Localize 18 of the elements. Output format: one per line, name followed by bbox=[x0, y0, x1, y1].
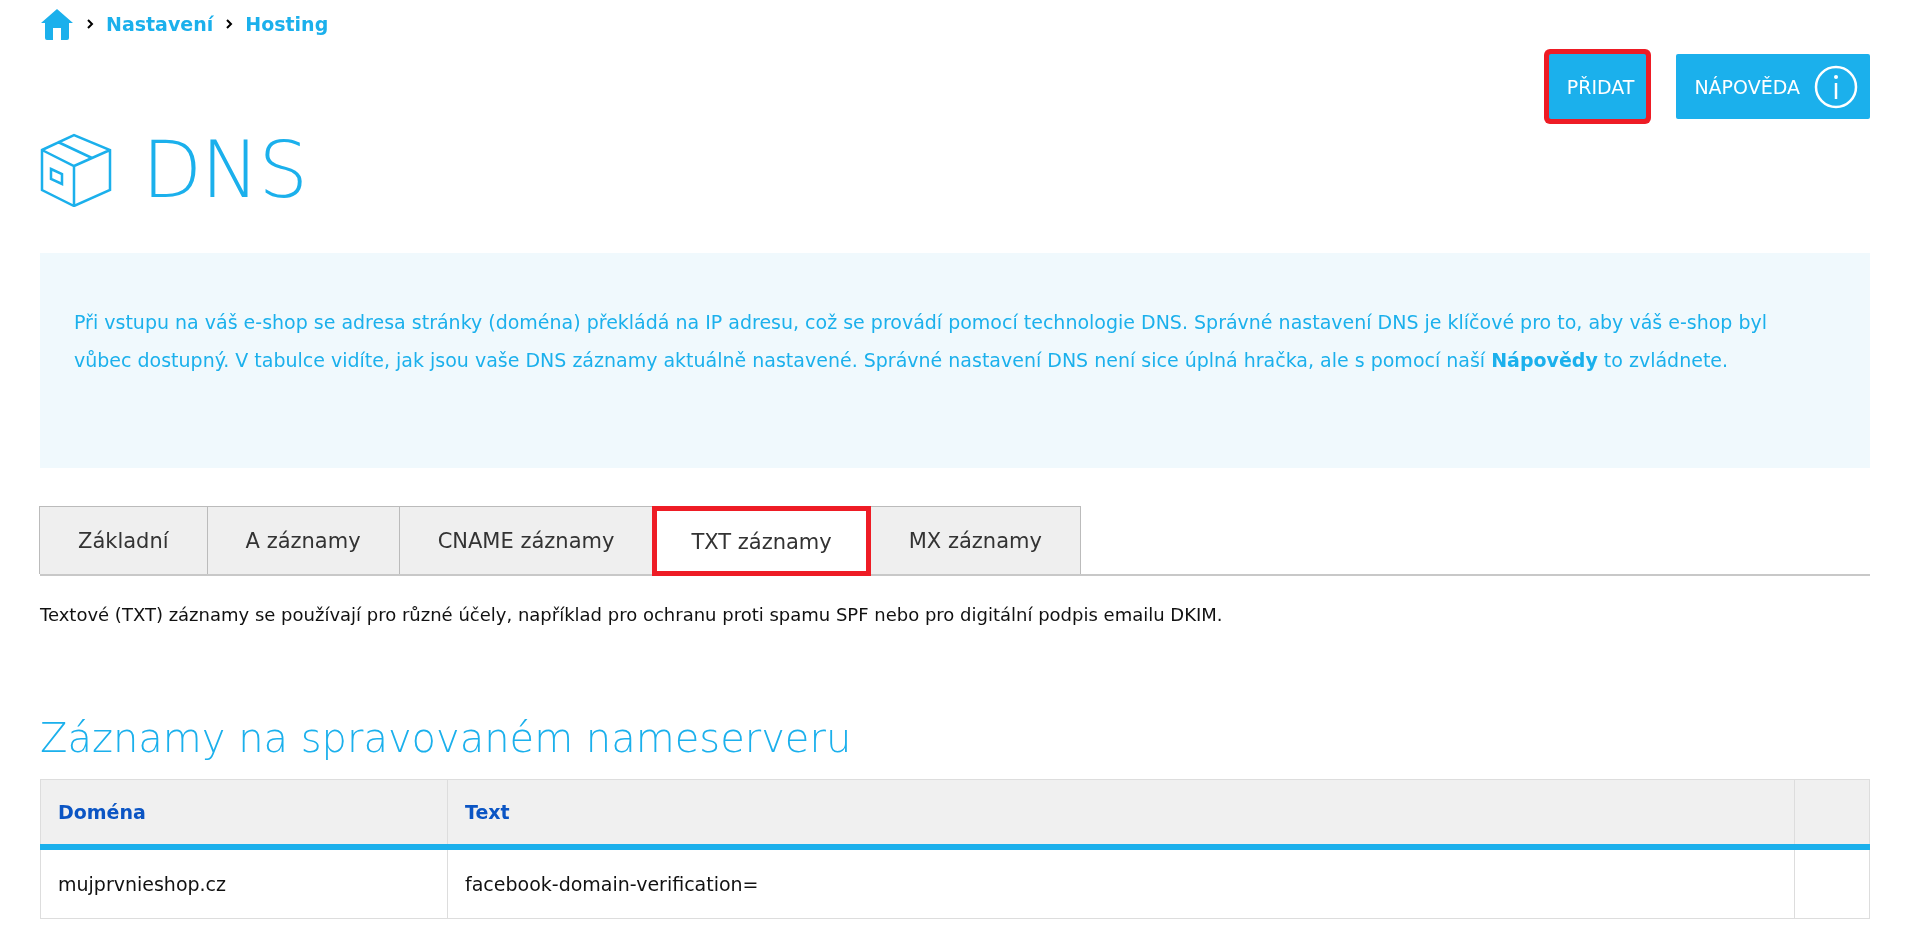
tab[interactable]: Základní bbox=[39, 506, 208, 574]
tab[interactable]: TXT záznamy bbox=[652, 506, 871, 576]
table-cell: facebook-domain-verification= bbox=[447, 847, 1795, 919]
table-cell: mujprvnieshop.cz bbox=[40, 847, 448, 919]
info-text: Při vstupu na váš e-shop se adresa stránky (doména) překládá na IP adresu, což se provádí pomocí technologie DNS. Správné nastavení DNS je klíčové pro to, aby váš e-shop byl vůbec dostupný. V tabulce vidíte, jak jsou vaše DNS záznamy aktuálně nastavené. Správné nastavení DNS není sice úplná hračka, ale s pomocí naší Nápovědy to zvládnete. bbox=[74, 310, 1768, 373]
box-icon bbox=[40, 133, 112, 207]
tab[interactable]: MX záznamy bbox=[869, 506, 1081, 574]
chevron-icon bbox=[225, 19, 234, 29]
chevron-icon bbox=[86, 19, 94, 29]
tab[interactable]: CNAME záznamy bbox=[398, 506, 654, 574]
column-header: Text bbox=[447, 779, 1795, 847]
home-icon[interactable] bbox=[40, 8, 74, 40]
tab-description: Textové (TXT) záznamy se používají pro různé účely, například pro ochranu proti spamu SPF nebo pro digitální podpis emailu DKIM. bbox=[40, 604, 1224, 625]
section-title: Záznamy na spravovaném nameserveru bbox=[40, 715, 853, 761]
tab[interactable]: A záznamy bbox=[206, 506, 400, 574]
info-icon bbox=[1814, 64, 1858, 109]
column-header: Doména bbox=[40, 779, 448, 847]
page-title: DNS bbox=[142, 125, 307, 215]
